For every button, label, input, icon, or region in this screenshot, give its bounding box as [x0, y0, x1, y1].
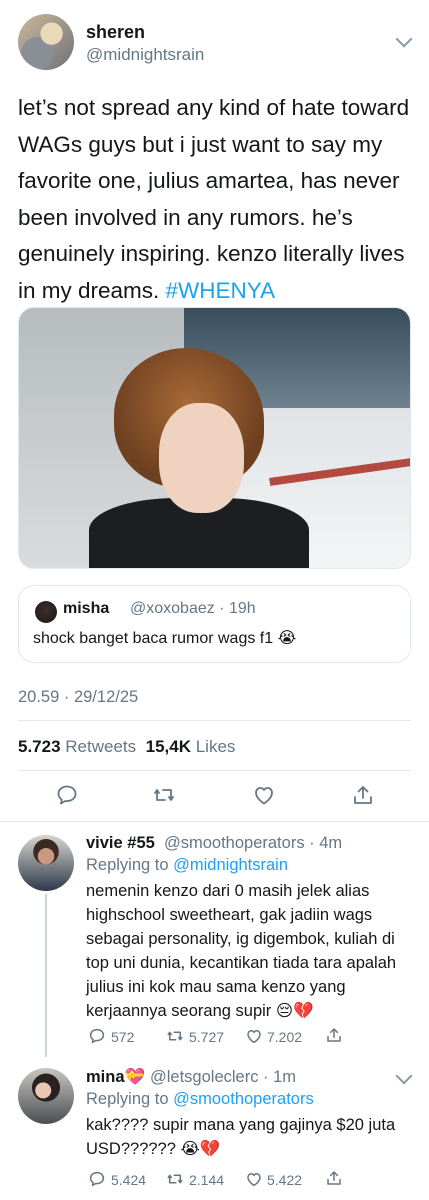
- like-count[interactable]: 15,4K: [146, 737, 191, 756]
- quoted-text: shock banget baca rumor wags f1 😭: [33, 630, 297, 647]
- tweet-timestamp[interactable]: 20.59 · 29/12/25: [18, 688, 138, 707]
- replying-to: Replying to @midnightsrain: [86, 856, 288, 875]
- retweets-label[interactable]: Retweets: [65, 737, 136, 756]
- retweet-icon[interactable]: [166, 1170, 184, 1188]
- chevron-down-icon[interactable]: [395, 1067, 413, 1085]
- reply-text: nemenin kenzo dari 0 masih jelek alias h…: [86, 882, 397, 1020]
- quoted-tweet[interactable]: misha @xoxobaez · 19h shock banget baca …: [18, 585, 411, 663]
- reply-icon[interactable]: [88, 1170, 106, 1188]
- quoted-name: misha: [63, 600, 110, 617]
- replying-to: Replying to @smoothoperators: [86, 1090, 314, 1109]
- replying-to-link[interactable]: @midnightsrain: [173, 856, 288, 874]
- share-icon[interactable]: [325, 1169, 343, 1187]
- quoted-handle: @xoxobaez · 19h: [130, 600, 256, 617]
- replying-to-prefix: Replying to: [86, 1090, 174, 1108]
- retweet-count: 5.727: [189, 1029, 225, 1045]
- retweet-icon[interactable]: [166, 1027, 184, 1045]
- reply-icon[interactable]: [55, 783, 79, 807]
- author-handle[interactable]: @midnightsrain: [86, 45, 204, 65]
- likes-label[interactable]: Likes: [196, 737, 236, 756]
- divider: [18, 720, 411, 721]
- reply-avatar[interactable]: [18, 835, 74, 891]
- reply-name[interactable]: mina💝: [86, 1068, 145, 1087]
- replying-to-prefix: Replying to: [86, 856, 174, 874]
- reply-count: 5.424: [111, 1172, 147, 1188]
- chevron-down-icon[interactable]: [395, 30, 413, 48]
- like-count: 7.202: [267, 1029, 303, 1045]
- share-icon[interactable]: [351, 783, 375, 807]
- reply-count: 572: [111, 1029, 135, 1045]
- reply-handle[interactable]: @letsgoleclerc · 1m: [150, 1068, 296, 1087]
- reply-handle[interactable]: @smoothoperators · 4m: [164, 834, 342, 853]
- tweet-text: let’s not spread any kind of hate toward…: [18, 90, 418, 309]
- tweet-body: let’s not spread any kind of hate toward…: [18, 95, 410, 303]
- divider: [0, 821, 429, 822]
- author-avatar[interactable]: [18, 14, 74, 70]
- hashtag-link[interactable]: #WHENYA: [166, 278, 276, 303]
- divider: [18, 770, 411, 771]
- like-icon[interactable]: [245, 1027, 263, 1045]
- quoted-avatar: [35, 601, 57, 623]
- author-name[interactable]: sheren: [86, 22, 145, 43]
- replying-to-link[interactable]: @smoothoperators: [173, 1090, 314, 1108]
- like-icon[interactable]: [245, 1170, 263, 1188]
- retweet-count: 2.144: [189, 1172, 225, 1188]
- reply-name[interactable]: vivie #55: [86, 834, 155, 853]
- tweet-photo[interactable]: [18, 307, 411, 569]
- reply-avatar[interactable]: [18, 1068, 74, 1124]
- retweet-icon[interactable]: [152, 783, 176, 807]
- like-icon[interactable]: [252, 783, 276, 807]
- tweet-stats: 5.723 Retweets 15,4K Likes: [18, 737, 235, 757]
- retweet-count[interactable]: 5.723: [18, 737, 61, 756]
- reply-icon[interactable]: [88, 1027, 106, 1045]
- thread-line: [45, 894, 47, 1057]
- like-count: 5.422: [267, 1172, 303, 1188]
- share-icon[interactable]: [325, 1026, 343, 1044]
- reply-text: kak???? supir mana yang gajinya $20 juta…: [86, 1116, 396, 1158]
